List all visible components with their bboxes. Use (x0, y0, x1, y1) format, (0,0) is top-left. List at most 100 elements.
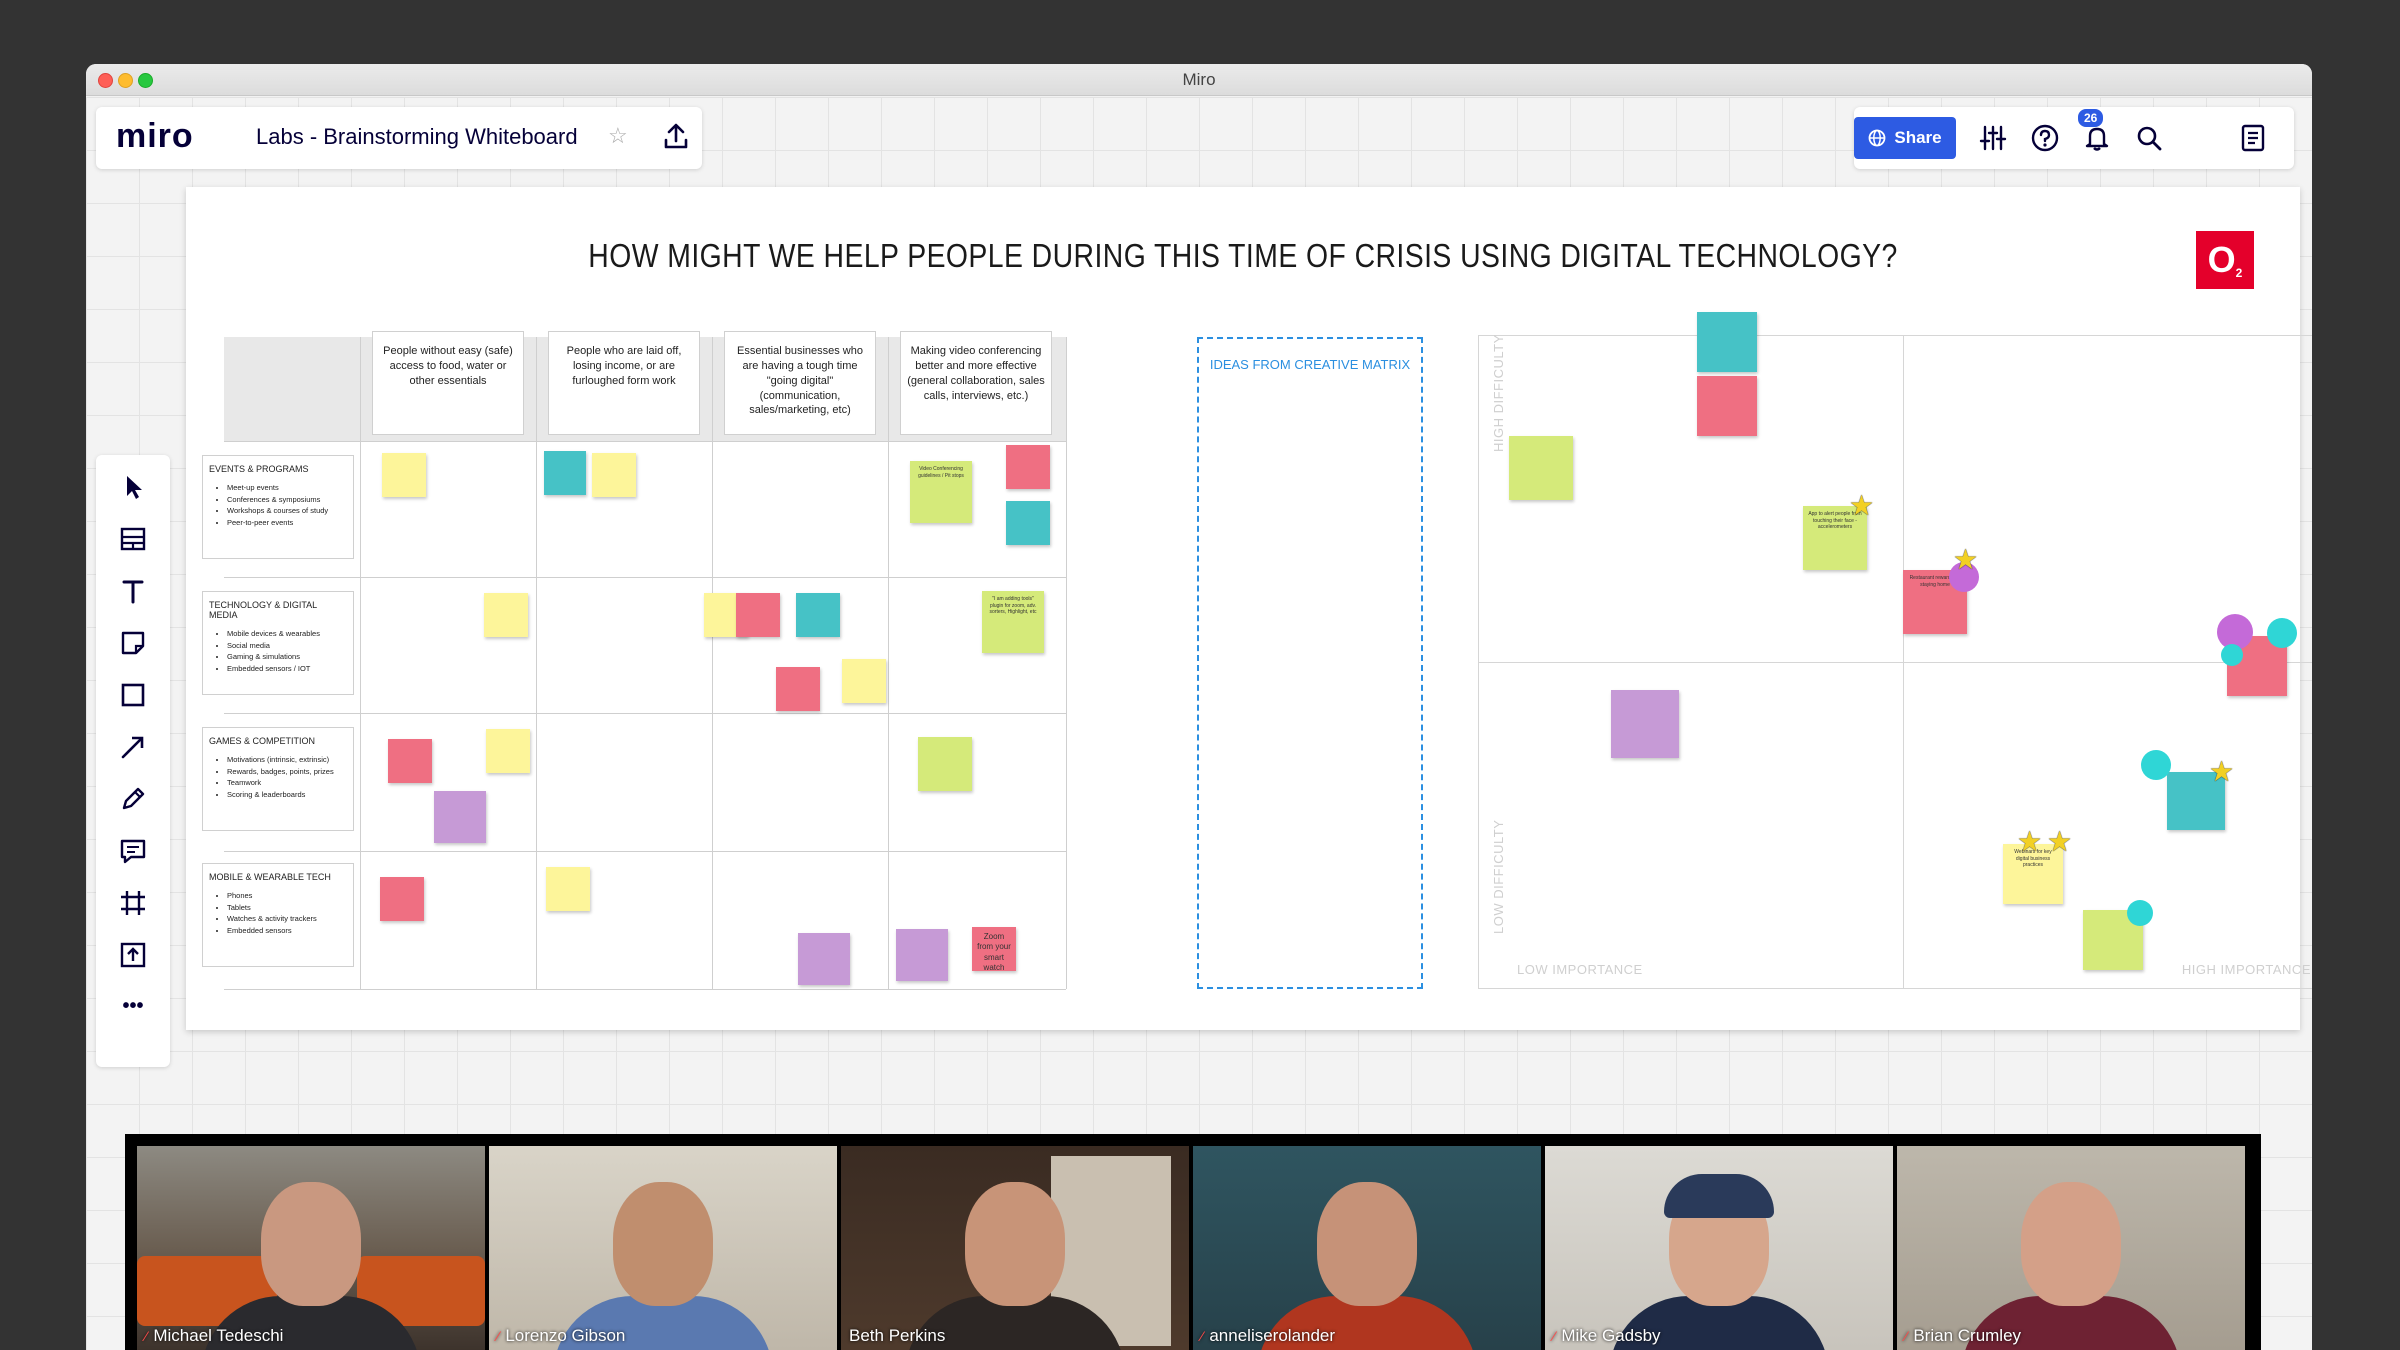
low-difficulty-label: LOW DIFFICULTY (1491, 819, 1506, 934)
ideas-from-creative-matrix-area[interactable]: IDEAS FROM CREATIVE MATRIX (1197, 337, 1423, 989)
shape-icon[interactable] (117, 679, 149, 711)
participant-name: Mike Gadsby (1561, 1326, 1661, 1345)
row-item: Watches & activity trackers (227, 913, 347, 925)
search-icon[interactable] (2134, 123, 2164, 153)
sticky-note[interactable] (486, 729, 530, 773)
board-header: miro Labs - Brainstorming Whiteboard ☆ (96, 107, 702, 169)
bell-icon[interactable] (2082, 123, 2112, 153)
matrix-row-header[interactable]: TECHNOLOGY & DIGITAL MEDIA Mobile device… (202, 591, 354, 695)
participant-face (261, 1182, 361, 1306)
notes-list-icon[interactable] (2238, 123, 2268, 153)
row-items: Motivations (intrinsic, extrinsic) Rewar… (209, 754, 347, 801)
row-items: Phones Tablets Watches & activity tracke… (209, 890, 347, 937)
window-title: Miro (1182, 70, 1216, 89)
participant-name-label: ⁄ Brian Crumley (1905, 1326, 2021, 1346)
matrix-divider (224, 851, 1066, 852)
sticky-note[interactable] (1697, 312, 1757, 372)
cursor-icon[interactable] (117, 471, 149, 503)
participant-name: Lorenzo Gibson (505, 1326, 626, 1345)
sticky-note[interactable] (798, 933, 850, 985)
row-item: Embedded sensors / IOT (227, 663, 347, 675)
board-actions: Share 26 (1854, 107, 2294, 169)
settings-sliders-icon[interactable] (1978, 123, 2008, 153)
frame-title[interactable]: HOW MIGHT WE HELP PEOPLE DURING THIS TIM… (334, 237, 2152, 275)
participant-video[interactable]: ⁄ Brian Crumley (1897, 1146, 2245, 1350)
board-frame[interactable]: HOW MIGHT WE HELP PEOPLE DURING THIS TIM… (186, 187, 2312, 1030)
participant-name-label: Beth Perkins (849, 1326, 945, 1346)
sticky-note[interactable] (380, 877, 424, 921)
miro-logo[interactable]: miro (116, 117, 194, 156)
row-item: Meet-up events (227, 482, 347, 494)
participant-video[interactable]: ⁄ Mike Gadsby (1545, 1146, 1893, 1350)
low-importance-label: LOW IMPORTANCE (1517, 962, 1643, 977)
frame-icon[interactable] (117, 887, 149, 919)
sticky-note[interactable] (1006, 501, 1050, 545)
sticky-note[interactable] (796, 593, 840, 637)
o2-logo-sub: 2 (2235, 266, 2243, 280)
sticky-note[interactable] (484, 593, 528, 637)
sticky-note[interactable] (546, 867, 590, 911)
row-item: Phones (227, 890, 347, 902)
sticky-note[interactable] (1006, 445, 1050, 489)
participant-face (965, 1182, 1065, 1306)
sticky-note[interactable] (1611, 690, 1679, 758)
sticky-note[interactable] (842, 659, 886, 703)
participant-video[interactable]: Beth Perkins (841, 1146, 1189, 1350)
participant-face (1317, 1182, 1417, 1306)
sticky-note[interactable] (592, 453, 636, 497)
upload-icon[interactable] (117, 939, 149, 971)
comment-icon[interactable] (117, 835, 149, 867)
pen-icon[interactable] (117, 783, 149, 815)
sticky-note[interactable] (1697, 376, 1757, 436)
participant-name: anneliserolander (1209, 1326, 1336, 1345)
sticky-note[interactable]: "I am adding tools" plugin for zoom, adv… (982, 591, 1044, 653)
matrix-column-header[interactable]: Making video conferencing better and mor… (900, 331, 1052, 435)
participant-video[interactable]: ⁄ anneliserolander (1193, 1146, 1541, 1350)
o2-logo-letter: O (2207, 239, 2236, 280)
participant-video[interactable]: ⁄ Michael Tedeschi (137, 1146, 485, 1350)
row-item: Embedded sensors (227, 925, 347, 937)
board-title[interactable]: Labs - Brainstorming Whiteboard (256, 124, 578, 150)
participant-video[interactable]: ⁄ Lorenzo Gibson (489, 1146, 837, 1350)
row-item: Scoring & leaderboards (227, 789, 347, 801)
matrix-divider (360, 337, 361, 989)
prioritization-quadrant[interactable]: HIGH DIFFICULTY LOW DIFFICULTY LOW IMPOR… (1478, 312, 2312, 989)
share-button[interactable]: Share (1854, 117, 1956, 159)
text-icon[interactable] (117, 575, 149, 607)
matrix-divider (224, 441, 1066, 442)
sticky-note[interactable] (1509, 436, 1573, 500)
sticky-note[interactable] (434, 791, 486, 843)
participant-name: Beth Perkins (849, 1326, 946, 1345)
sticky-note[interactable] (736, 593, 780, 637)
star-icon[interactable]: ☆ (608, 123, 628, 149)
sticky-note[interactable]: Video Conferencing guidelines / Pit stop… (910, 461, 972, 523)
help-icon[interactable] (2030, 123, 2060, 153)
sticky-note[interactable]: Zoom from your smart watch (972, 927, 1016, 971)
arrow-icon[interactable] (117, 731, 149, 763)
board-canvas[interactable]: miro Labs - Brainstorming Whiteboard ☆ S… (86, 97, 2312, 1350)
matrix-row-header[interactable]: GAMES & COMPETITION Motivations (intrins… (202, 727, 354, 831)
matrix-column-header[interactable]: People without easy (safe) access to foo… (372, 331, 524, 435)
matrix-row-header[interactable]: EVENTS & PROGRAMS Meet-up events Confere… (202, 455, 354, 559)
row-item: Conferences & symposiums (227, 494, 347, 506)
ideas-label: IDEAS FROM CREATIVE MATRIX (1209, 357, 1411, 372)
vote-dot (2141, 750, 2171, 780)
more-tools-icon[interactable]: ••• (117, 995, 149, 1027)
matrix-column-header[interactable]: People who are laid off, losing income, … (548, 331, 700, 435)
matrix-row-header[interactable]: MOBILE & WEARABLE TECH Phones Tablets Wa… (202, 863, 354, 967)
sticky-note[interactable] (382, 453, 426, 497)
sticky-note[interactable] (918, 737, 972, 791)
participant-name-label: ⁄ Michael Tedeschi (145, 1326, 283, 1346)
sticky-note[interactable] (388, 739, 432, 783)
matrix-column-header[interactable]: Essential businesses who are having a to… (724, 331, 876, 435)
templates-icon[interactable] (117, 523, 149, 555)
export-icon[interactable] (662, 121, 690, 151)
row-title: MOBILE & WEARABLE TECH (209, 872, 331, 882)
row-item: Workshops & courses of study (227, 505, 347, 517)
participant-face (613, 1182, 713, 1306)
sticky-note-icon[interactable] (117, 627, 149, 659)
row-title: GAMES & COMPETITION (209, 736, 316, 746)
sticky-note[interactable] (776, 667, 820, 711)
sticky-note[interactable] (544, 451, 586, 495)
sticky-note[interactable] (896, 929, 948, 981)
